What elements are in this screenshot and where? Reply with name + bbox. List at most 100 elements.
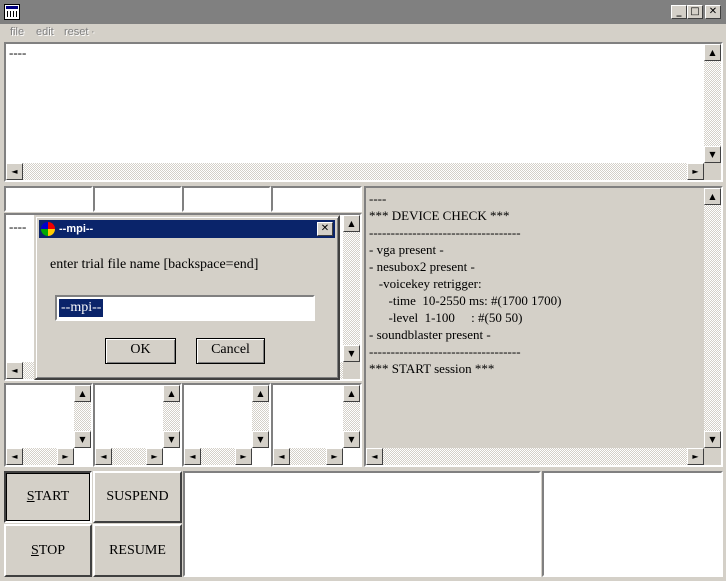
trial-file-input[interactable]: --mpi-- xyxy=(55,295,315,321)
textbox-3[interactable]: ▲ ▼ ◄ ► xyxy=(182,383,271,467)
field-3[interactable] xyxy=(182,186,271,212)
scroll-up-icon[interactable]: ▲ xyxy=(252,385,269,402)
textbox-2[interactable]: ▲ ▼ ◄ ► xyxy=(93,383,182,467)
stop-button[interactable]: STOP xyxy=(4,524,92,577)
maximize-icon: □ xyxy=(690,6,700,17)
device-log-text: ---- *** DEVICE CHECK *** --------------… xyxy=(369,190,699,377)
textbox-3-hscroll[interactable]: ◄ ► xyxy=(184,448,252,465)
log-line: *** DEVICE CHECK *** xyxy=(369,208,510,223)
menu-edit[interactable]: edit xyxy=(36,26,54,38)
display-panel-right xyxy=(542,471,723,577)
scroll-right-icon[interactable]: ► xyxy=(326,448,343,465)
cancel-label: Cancel xyxy=(211,342,250,357)
scroll-down-icon[interactable]: ▼ xyxy=(163,431,180,448)
scroll-corner xyxy=(704,163,721,180)
textbox-2-vscroll[interactable]: ▲ ▼ xyxy=(163,385,180,448)
menu-file[interactable]: file xyxy=(10,26,24,38)
app-icon[interactable] xyxy=(4,4,20,20)
scroll-down-icon[interactable]: ▼ xyxy=(252,431,269,448)
menu-reset[interactable]: reset xyxy=(64,26,88,38)
left-log-vscroll[interactable]: ▲ ▼ xyxy=(343,215,360,362)
textbox-4-vscroll[interactable]: ▲ ▼ xyxy=(343,385,360,448)
scroll-left-icon[interactable]: ◄ xyxy=(6,163,23,180)
scroll-left-icon[interactable]: ◄ xyxy=(366,448,383,465)
log-line: ----------------------------------- xyxy=(369,225,521,240)
field-4[interactable] xyxy=(271,186,362,212)
textbox-2-hscroll[interactable]: ◄ ► xyxy=(95,448,163,465)
textbox-1-vscroll[interactable]: ▲ ▼ xyxy=(74,385,91,448)
log-line: -voicekey retrigger: xyxy=(369,276,482,291)
ok-button[interactable]: OK xyxy=(105,338,176,364)
scroll-down-icon[interactable]: ▼ xyxy=(74,431,91,448)
textbox-1-hscroll[interactable]: ◄ ► xyxy=(6,448,74,465)
dialog-prompt: enter trial file name [backspace=end] xyxy=(50,257,259,272)
scroll-up-icon[interactable]: ▲ xyxy=(74,385,91,402)
scroll-up-icon[interactable]: ▲ xyxy=(343,215,360,232)
log-line: ---- xyxy=(369,191,387,206)
dialog-title: --mpi-- xyxy=(59,223,94,235)
close-button[interactable]: ✕ xyxy=(705,5,721,19)
scroll-right-icon[interactable]: ► xyxy=(235,448,252,465)
ok-label: OK xyxy=(130,342,151,357)
trial-file-input-value: --mpi-- xyxy=(59,299,104,317)
scroll-left-icon[interactable]: ◄ xyxy=(184,448,201,465)
maximize-button[interactable]: □ xyxy=(687,5,703,19)
textbox-3-vscroll[interactable]: ▲ ▼ xyxy=(252,385,269,448)
top-log-hscroll[interactable]: ◄ ► xyxy=(6,163,704,180)
scroll-left-icon[interactable]: ◄ xyxy=(6,362,23,379)
start-button[interactable]: START xyxy=(4,471,92,523)
display-panel-left xyxy=(183,471,541,577)
scroll-up-icon[interactable]: ▲ xyxy=(704,188,721,205)
trial-file-dialog[interactable]: --mpi-- ✕ enter trial file name [backspa… xyxy=(34,215,340,380)
device-log-vscroll[interactable]: ▲ ▼ xyxy=(704,188,721,448)
dialog-app-icon xyxy=(41,222,55,236)
suspend-button[interactable]: SUSPEND xyxy=(93,471,182,523)
log-line: -time 10-2550 ms: #(1700 1700) xyxy=(369,293,562,308)
scroll-left-icon[interactable]: ◄ xyxy=(6,448,23,465)
resume-button[interactable]: RESUME xyxy=(93,524,182,577)
scroll-right-icon[interactable]: ► xyxy=(687,163,704,180)
cancel-button[interactable]: Cancel xyxy=(196,338,265,364)
top-log-panel[interactable]: ---- ▲ ▼ ◄ ► xyxy=(4,42,723,182)
window-title-bar[interactable] xyxy=(0,0,726,24)
scroll-down-icon[interactable]: ▼ xyxy=(343,431,360,448)
device-log-hscroll[interactable]: ◄ ► xyxy=(366,448,704,465)
field-1[interactable] xyxy=(4,186,93,212)
log-line: - soundblaster present - xyxy=(369,327,491,342)
textbox-4-hscroll[interactable]: ◄ ► xyxy=(273,448,343,465)
left-log-text: ---- xyxy=(9,219,27,234)
log-line: -level 1-100 : #(50 50) xyxy=(369,310,523,325)
start-label: START xyxy=(26,489,70,504)
scroll-right-icon[interactable]: ► xyxy=(57,448,74,465)
resume-label: RESUME xyxy=(109,543,166,558)
minimize-button[interactable]: _ xyxy=(671,5,687,19)
scroll-up-icon[interactable]: ▲ xyxy=(343,385,360,402)
stop-label: STOP xyxy=(31,543,65,558)
scroll-up-icon[interactable]: ▲ xyxy=(704,44,721,61)
device-log-panel[interactable]: ---- *** DEVICE CHECK *** --------------… xyxy=(364,186,723,467)
field-2[interactable] xyxy=(93,186,182,212)
scroll-up-icon[interactable]: ▲ xyxy=(163,385,180,402)
scroll-down-icon[interactable]: ▼ xyxy=(704,146,721,163)
menu-bar xyxy=(0,24,726,42)
textbox-1[interactable]: ▲ ▼ ◄ ► xyxy=(4,383,93,467)
scroll-down-icon[interactable]: ▼ xyxy=(704,431,721,448)
dialog-close-button[interactable]: ✕ xyxy=(317,222,333,236)
scroll-down-icon[interactable]: ▼ xyxy=(343,345,360,362)
log-line: *** START session *** xyxy=(369,361,495,376)
scroll-corner xyxy=(343,362,360,379)
scroll-right-icon[interactable]: ► xyxy=(687,448,704,465)
menu-reset-arrow-icon: · xyxy=(91,26,95,38)
log-line: ----------------------------------- xyxy=(369,344,521,359)
log-line: - nesubox2 present - xyxy=(369,259,475,274)
scroll-corner xyxy=(704,448,721,465)
scroll-right-icon[interactable]: ► xyxy=(146,448,163,465)
minimize-icon: _ xyxy=(676,6,682,17)
scroll-left-icon[interactable]: ◄ xyxy=(273,448,290,465)
top-log-vscroll[interactable]: ▲ ▼ xyxy=(704,44,721,163)
dialog-title-bar[interactable]: --mpi-- ✕ xyxy=(39,220,335,238)
close-icon: ✕ xyxy=(708,6,718,17)
suspend-label: SUSPEND xyxy=(106,489,169,504)
scroll-left-icon[interactable]: ◄ xyxy=(95,448,112,465)
textbox-4[interactable]: ▲ ▼ ◄ ► xyxy=(271,383,362,467)
